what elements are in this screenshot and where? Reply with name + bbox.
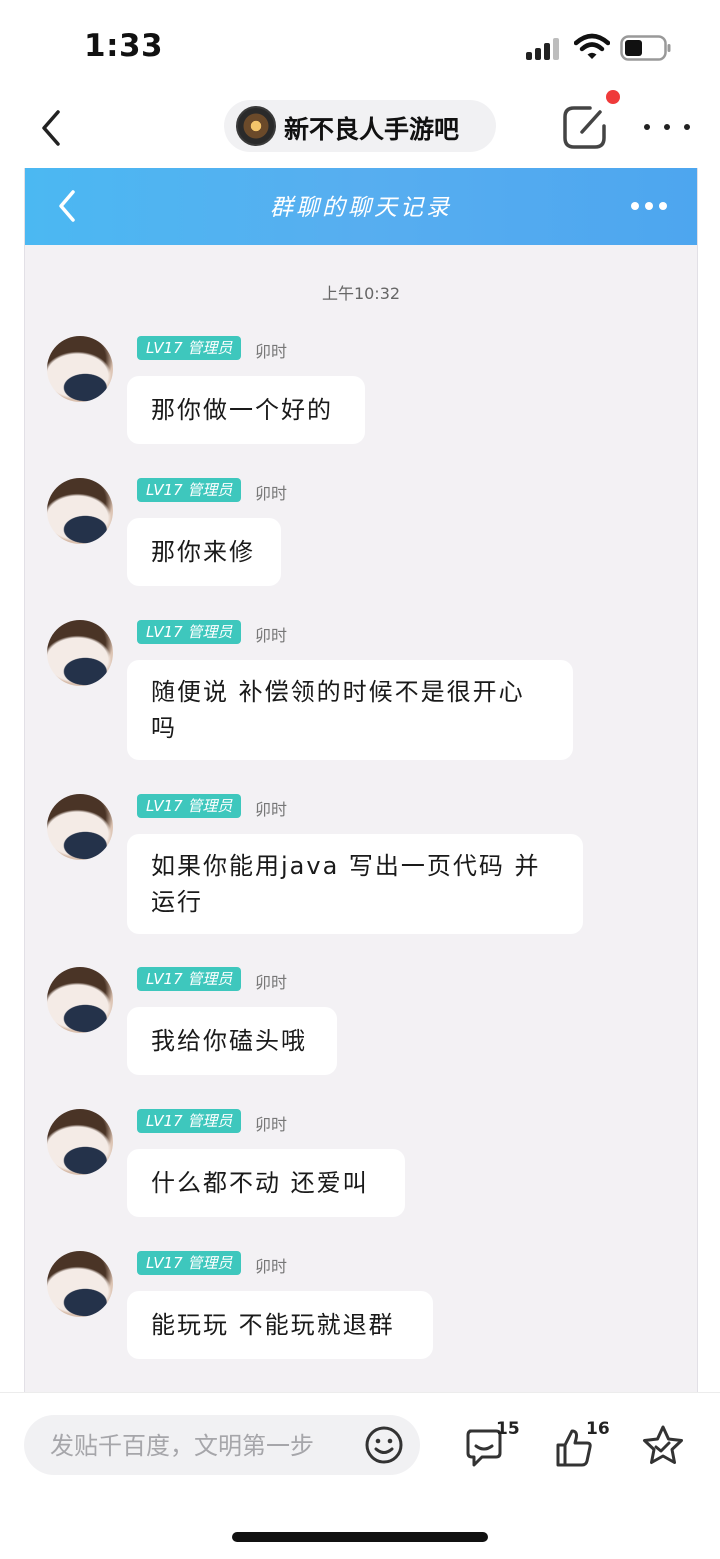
chat-more-icon (631, 200, 671, 212)
message-bubble: 随便说 补偿领的时候不是很开心 吗 (127, 660, 573, 760)
emoji-icon[interactable] (364, 1425, 404, 1465)
chat-timestamp: 上午10:32 (321, 284, 401, 303)
level-badge: LV17 管理员 (137, 1109, 242, 1133)
forum-title-pill[interactable]: 新不良人手游吧 (224, 100, 496, 152)
chat-screenshot: 群聊的聊天记录 上午10:32 LV17 管理员 卯时 那你做一个好的 LV17… (24, 168, 698, 1392)
message-line: 随便说 补偿领的时候不是很开心 (151, 678, 525, 706)
message-bubble: 那你来修 (127, 518, 281, 586)
edit-icon[interactable] (560, 102, 610, 152)
comment-count: 15 (496, 1419, 520, 1439)
avatar (47, 1109, 113, 1175)
avatar (47, 478, 113, 544)
app-header: 新不良人手游吧 (0, 90, 720, 164)
home-indicator (232, 1532, 488, 1542)
like-button[interactable]: 16 (554, 1419, 612, 1473)
reply-input[interactable] (48, 1415, 352, 1477)
wifi-icon (574, 33, 610, 59)
message-line: 运行 (151, 888, 203, 916)
sender-name: 卯时 (255, 626, 288, 645)
message-bubble: 那你做一个好的 (127, 376, 365, 444)
level-badge: LV17 管理员 (137, 967, 242, 991)
level-badge: LV17 管理员 (137, 794, 242, 818)
avatar (47, 794, 113, 860)
level-badge: LV17 管理员 (137, 620, 242, 644)
sender-name: 卯时 (255, 484, 288, 503)
message-bubble: 如果你能用java 写出一页代码 并 运行 (127, 834, 583, 934)
message-line: 吗 (151, 714, 177, 742)
avatar (47, 336, 113, 402)
sender-name: 卯时 (255, 1115, 288, 1134)
reply-box[interactable] (24, 1415, 420, 1477)
status-bar: 1:33 (0, 0, 720, 90)
sender-name: 卯时 (255, 342, 288, 361)
avatar (47, 967, 113, 1033)
status-time: 1:33 (84, 28, 164, 64)
sender-name: 卯时 (255, 800, 288, 819)
sender-name: 卯时 (255, 1257, 288, 1276)
level-badge: LV17 管理员 (137, 336, 242, 360)
level-badge: LV17 管理员 (137, 478, 242, 502)
star-icon[interactable] (640, 1423, 686, 1469)
forum-avatar (236, 106, 276, 146)
level-badge: LV17 管理员 (137, 1251, 242, 1275)
avatar (47, 1251, 113, 1317)
avatar (47, 620, 113, 686)
comment-button[interactable]: 15 (464, 1419, 522, 1473)
back-icon[interactable] (30, 102, 74, 154)
message-bubble: 我给你磕头哦 (127, 1007, 337, 1075)
notification-dot (606, 90, 620, 104)
cellular-signal-icon (526, 36, 562, 60)
chat-header-bar: 群聊的聊天记录 (25, 168, 697, 245)
message-line: 如果你能用java 写出一页代码 并 (151, 852, 541, 880)
more-icon[interactable] (644, 120, 690, 134)
sender-name: 卯时 (255, 973, 288, 992)
battery-icon (620, 35, 671, 61)
forum-name: 新不良人手游吧 (284, 115, 460, 144)
chat-title: 群聊的聊天记录 (270, 195, 452, 221)
like-count: 16 (586, 1419, 610, 1439)
message-bubble: 什么都不动 还爱叫 (127, 1149, 405, 1217)
message-bubble: 能玩玩 不能玩就退群 (127, 1291, 433, 1359)
